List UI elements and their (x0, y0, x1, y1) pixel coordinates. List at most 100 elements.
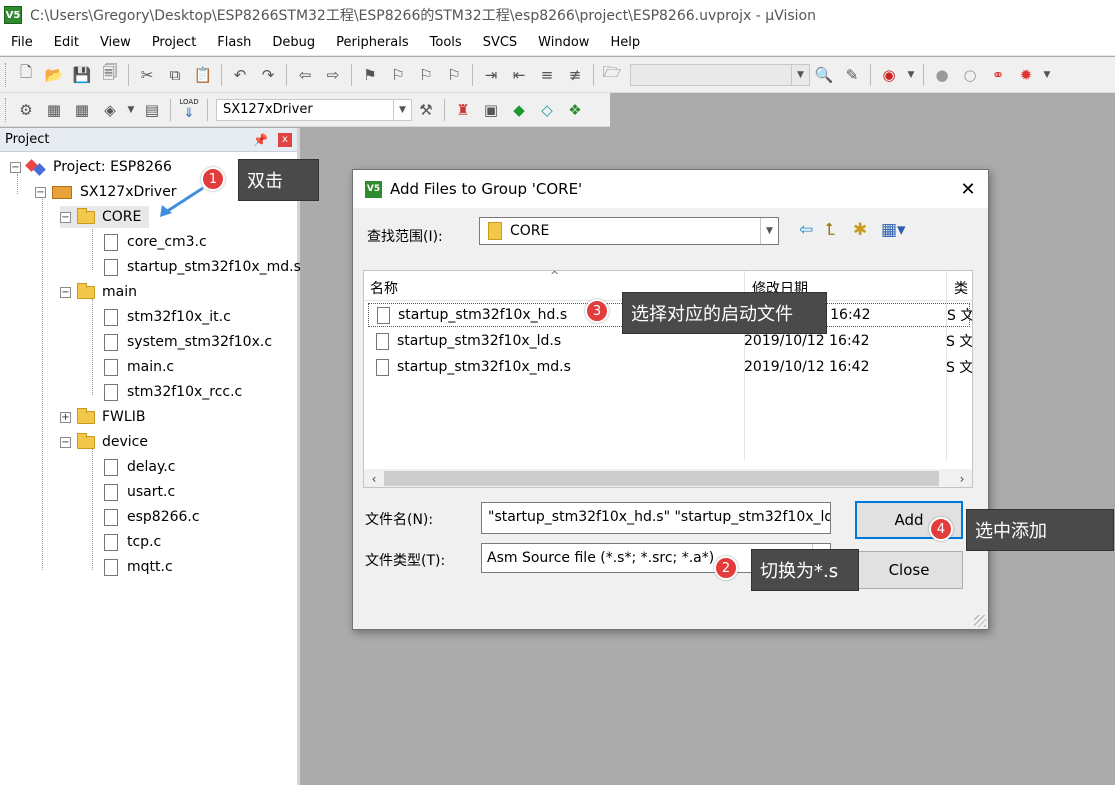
bookmark-insert-icon[interactable]: ⚑ (359, 64, 381, 86)
toolbar-grip[interactable] (5, 97, 9, 122)
comment-icon[interactable]: ≡ (536, 64, 558, 86)
save-icon[interactable]: 💾 (71, 64, 93, 86)
batch-build-icon[interactable]: ◈ (99, 99, 121, 121)
indent-icon[interactable]: ⇥ (480, 64, 502, 86)
run-time-environment-icon[interactable]: ❖ (564, 99, 586, 121)
build-icon[interactable]: ▦ (43, 99, 65, 121)
scrollbar-track[interactable] (384, 470, 952, 487)
select-packs-icon[interactable]: ◆ (508, 99, 530, 121)
horizontal-scrollbar[interactable]: ‹ › (364, 469, 972, 487)
menu-peripherals[interactable]: Peripherals (325, 35, 419, 50)
file-row[interactable]: startup_stm32f10x_md.s 2019/10/12 16:42 … (368, 355, 972, 379)
breakpoint-disable-all-icon[interactable]: ⚭ (987, 64, 1009, 86)
chevron-down-icon[interactable]: ▼ (906, 64, 916, 86)
uncomment-icon[interactable]: ≢ (564, 64, 586, 86)
open-file-icon[interactable]: 📂 (43, 64, 65, 86)
cut-icon[interactable]: ✂ (136, 64, 158, 86)
bookmark-next-icon[interactable]: ⚐ (415, 64, 437, 86)
tree-file[interactable]: core_cm3.c (104, 231, 207, 253)
menu-view[interactable]: View (89, 35, 141, 50)
tree-file[interactable]: main.c (104, 356, 174, 378)
manage-rte-icon[interactable]: ▣ (480, 99, 502, 121)
scroll-right-icon[interactable]: › (952, 472, 972, 486)
undo-icon[interactable]: ↶ (229, 64, 251, 86)
incremental-find-icon[interactable]: ✎ (841, 64, 863, 86)
file-extensions-icon[interactable]: ♜ (452, 99, 474, 121)
tree-file[interactable]: stm32f10x_rcc.c (104, 381, 242, 403)
chevron-down-icon[interactable]: ▼ (791, 64, 809, 85)
view-menu-icon[interactable]: ▦▾ (881, 220, 906, 240)
menu-file[interactable]: File (0, 35, 43, 50)
chevron-down-icon[interactable]: ▼ (1043, 64, 1051, 86)
tree-file[interactable]: tcp.c (104, 531, 161, 553)
bookmark-clear-icon[interactable]: ⚐ (443, 64, 465, 86)
stop-build-icon[interactable]: ▤ (141, 99, 163, 121)
find-combo[interactable]: ▼ (630, 63, 810, 86)
pack-installer-icon[interactable]: ◇ (536, 99, 558, 121)
menu-window[interactable]: Window (527, 35, 599, 50)
menu-help[interactable]: Help (599, 35, 650, 50)
filename-input[interactable]: "startup_stm32f10x_hd.s" "startup_stm32f… (481, 502, 831, 534)
collapse-icon[interactable]: − (60, 211, 71, 223)
column-name-header[interactable]: 名称 (370, 278, 398, 298)
collapse-icon[interactable]: − (10, 161, 21, 173)
target-select[interactable]: SX127xDriver ▼ (216, 98, 412, 121)
close-icon[interactable]: x (278, 132, 292, 147)
breakpoint-enable-icon[interactable]: ○ (959, 64, 981, 86)
tree-target[interactable]: − SX127xDriver (35, 181, 177, 203)
menu-edit[interactable]: Edit (43, 35, 89, 50)
rebuild-icon[interactable]: ▦ (71, 99, 93, 121)
tree-file[interactable]: startup_stm32f10x_md.s (104, 256, 301, 278)
breakpoint-kill-all-icon[interactable]: ✹ (1015, 64, 1037, 86)
tree-group-fwlib[interactable]: + FWLIB (60, 406, 145, 428)
debug-session-icon[interactable]: ◉ (878, 64, 900, 86)
chevron-down-icon[interactable]: ▼ (760, 218, 778, 244)
bookmark-prev-icon[interactable]: ⚐ (387, 64, 409, 86)
new-file-icon[interactable]: 🗋 (15, 63, 37, 86)
menu-svcs[interactable]: SVCS (472, 35, 527, 50)
unindent-icon[interactable]: ⇤ (508, 64, 530, 86)
toolbar-grip[interactable] (5, 62, 9, 87)
chevron-down-icon[interactable]: ▼ (393, 99, 411, 120)
navigate-forward-icon[interactable]: ⇨ (322, 64, 344, 86)
download-load-icon[interactable]: LOAD ⇓ (178, 98, 200, 121)
tree-group-core[interactable]: − CORE (60, 206, 150, 228)
menu-tools[interactable]: Tools (419, 35, 472, 50)
collapse-icon[interactable]: − (60, 286, 71, 298)
save-all-icon[interactable]: 🗐 (99, 63, 121, 86)
redo-icon[interactable]: ↷ (257, 64, 279, 86)
find-in-files-icon[interactable]: 🗁 (601, 63, 623, 86)
paste-icon[interactable]: 📋 (192, 64, 214, 86)
tree-file[interactable]: esp8266.c (104, 506, 200, 528)
back-icon[interactable]: ⇦ (799, 220, 813, 240)
collapse-icon[interactable]: − (60, 436, 71, 448)
tree-file[interactable]: system_stm32f10x.c (104, 331, 272, 353)
menu-debug[interactable]: Debug (261, 35, 325, 50)
tree-file[interactable]: stm32f10x_it.c (104, 306, 231, 328)
scroll-left-icon[interactable]: ‹ (364, 472, 384, 486)
chevron-down-icon[interactable]: ▼ (127, 99, 135, 121)
menu-project[interactable]: Project (141, 35, 206, 50)
breakpoint-insert-icon[interactable]: ● (931, 64, 953, 86)
pin-icon[interactable]: 📌 (253, 133, 268, 147)
tree-file[interactable]: delay.c (104, 456, 175, 478)
close-icon[interactable]: ✕ (948, 179, 988, 200)
scrollbar-thumb[interactable] (384, 471, 939, 486)
tree-file[interactable]: usart.c (104, 481, 175, 503)
tree-project-root[interactable]: − Project: ESP8266 (10, 156, 172, 178)
close-button[interactable]: Close (855, 551, 963, 589)
look-in-select[interactable]: CORE ▼ (479, 217, 779, 245)
up-folder-icon[interactable]: ⮤ (825, 220, 835, 240)
collapse-icon[interactable]: − (35, 186, 46, 198)
expand-icon[interactable]: + (60, 411, 71, 423)
navigate-back-icon[interactable]: ⇦ (294, 64, 316, 86)
target-options-icon[interactable]: ⚒ (415, 99, 437, 121)
tree-group-device[interactable]: − device (60, 431, 148, 453)
translate-icon[interactable]: ⚙ (15, 99, 37, 121)
resize-grip[interactable] (974, 615, 986, 627)
tree-group-main[interactable]: − main (60, 281, 137, 303)
find-icon[interactable]: 🔍 (813, 64, 835, 86)
menu-flash[interactable]: Flash (206, 35, 261, 50)
copy-icon[interactable]: ⧉ (164, 64, 186, 86)
new-folder-icon[interactable]: ✱ (853, 220, 867, 240)
